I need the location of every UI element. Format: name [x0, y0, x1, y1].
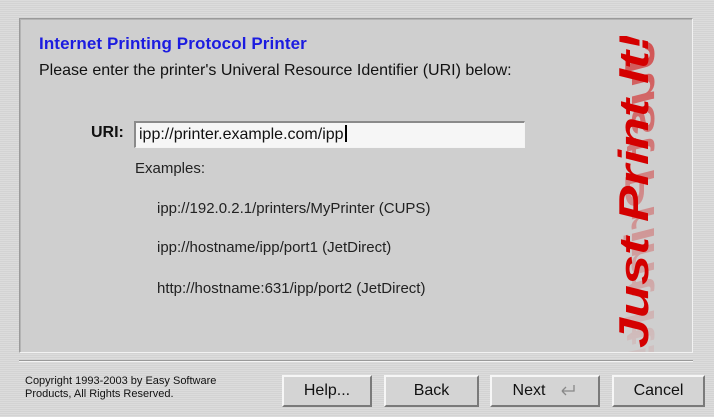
next-button-label: Next [512, 382, 546, 399]
example-uri-jetdirect-ipp: ipp://hostname/ipp/port1 (JetDirect) [157, 239, 392, 256]
footer-divider [19, 360, 693, 362]
just-print-it-logo: Just Print It! Just Print It! [611, 36, 664, 352]
example-uri-cups: ipp://192.0.2.1/printers/MyPrinter (CUPS… [157, 200, 431, 217]
logo-text: Just Print It! [611, 36, 658, 348]
text-caret [344, 125, 347, 142]
help-button[interactable]: Help... [282, 375, 372, 407]
examples-label: Examples: [135, 160, 206, 177]
back-button[interactable]: Back [384, 375, 479, 407]
page-title: Internet Printing Protocol Printer [39, 34, 307, 53]
help-button-label: Help... [303, 382, 351, 399]
uri-input-value: ipp://printer.example.com/ipp [139, 126, 344, 143]
copyright-line-1: Copyright 1993-2003 by Easy Software [25, 375, 217, 387]
enter-key-icon [555, 379, 577, 407]
example-uri-jetdirect-http: http://hostname:631/ipp/port2 (JetDirect… [157, 280, 426, 297]
uri-label: URI: [91, 124, 124, 141]
cancel-button[interactable]: Cancel [612, 375, 705, 407]
cancel-button-label: Cancel [633, 382, 684, 399]
copyright-notice: Copyright 1993-2003 by Easy Software Pro… [25, 375, 216, 401]
copyright-line-2: Products, All Rights Reserved. [25, 388, 174, 400]
next-button[interactable]: Next [490, 375, 600, 407]
page-subtitle: Please enter the printer's Univeral Reso… [39, 62, 512, 79]
uri-input[interactable]: ipp://printer.example.com/ipp [134, 121, 525, 148]
back-button-label: Back [413, 382, 450, 399]
